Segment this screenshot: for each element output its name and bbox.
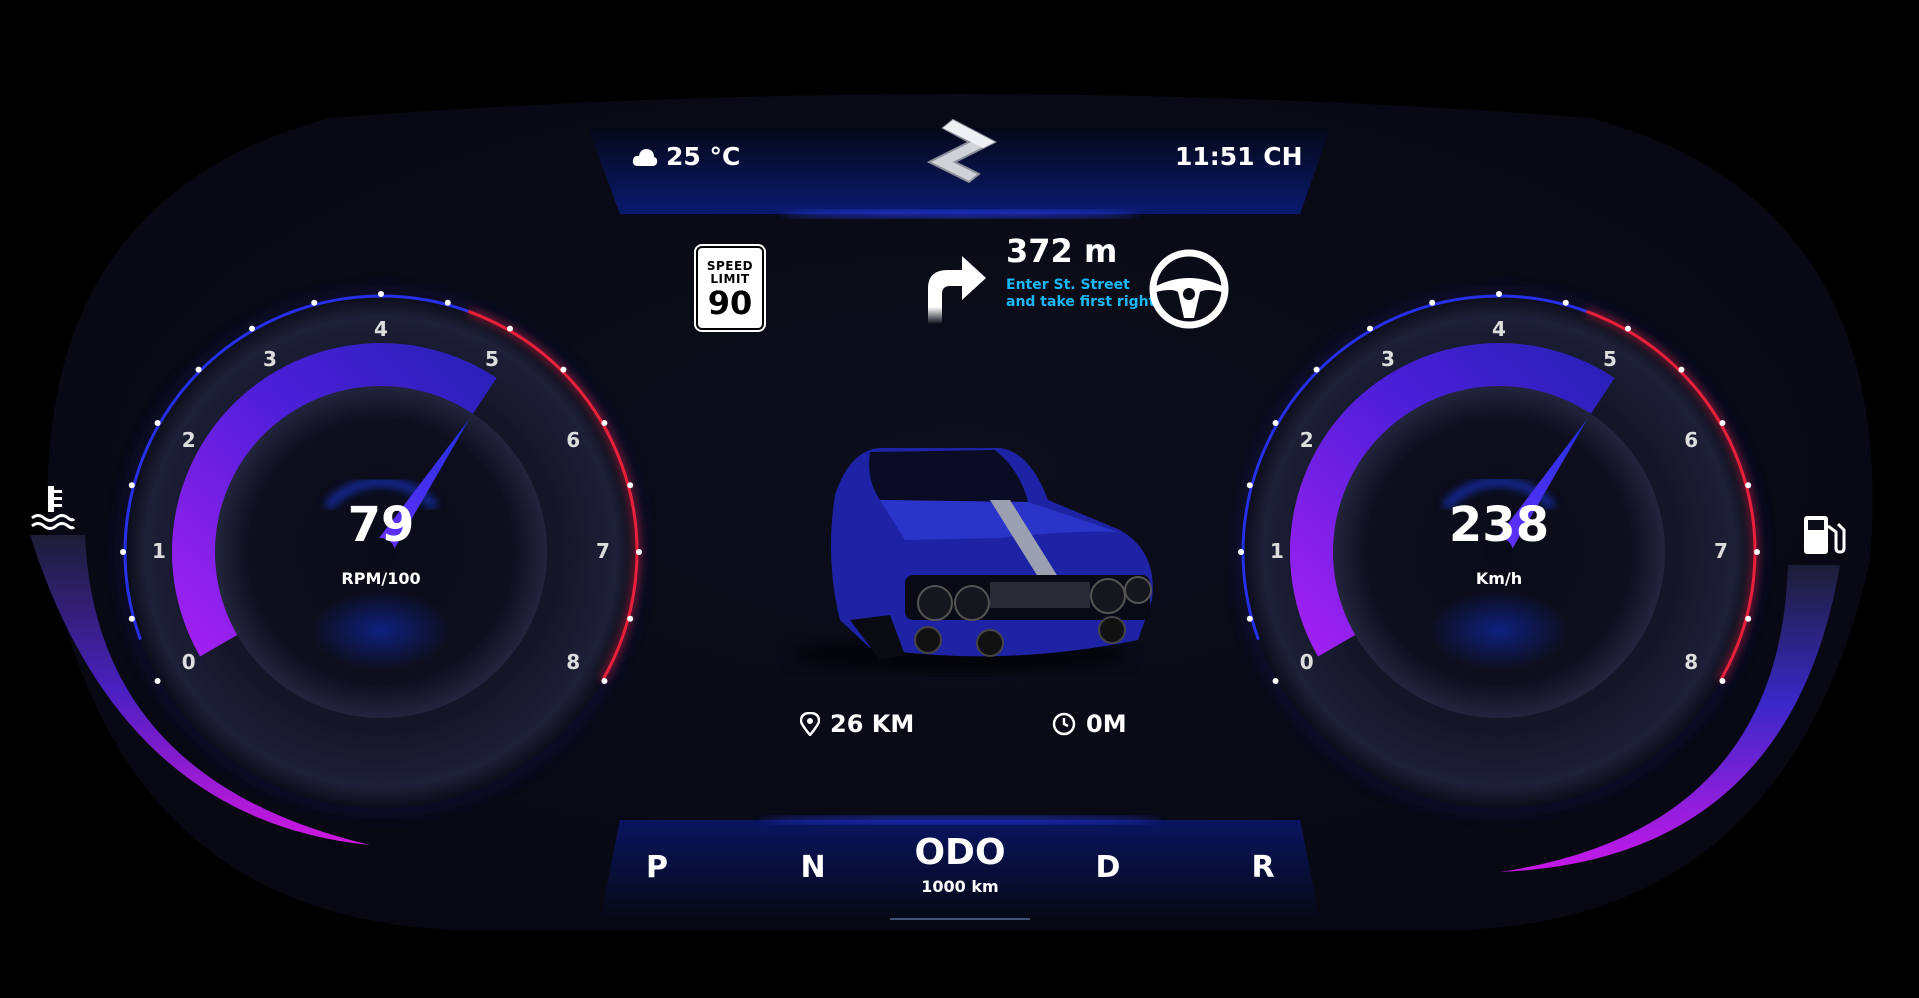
gear-n[interactable]: N <box>788 850 838 885</box>
rpm-value: 79 <box>347 497 415 553</box>
speed-tick-dot <box>1246 482 1253 489</box>
turn-right-icon <box>928 256 986 324</box>
speed-tick-dot <box>1719 420 1726 426</box>
speed-tick-dot <box>1367 325 1373 332</box>
speed-glow-blob <box>1429 590 1569 670</box>
speed-tick-label: 6 <box>1684 428 1699 452</box>
gear-p[interactable]: P <box>632 850 682 885</box>
rpm-tick-dot <box>311 299 318 306</box>
gear-r[interactable]: R <box>1238 850 1288 885</box>
weather: 25 °C <box>632 142 740 171</box>
speed-tick-dot <box>1429 299 1436 306</box>
rpm-tick-dot <box>195 366 202 373</box>
speed-tick-dot <box>1754 549 1760 555</box>
speed-tick-label: 4 <box>1492 317 1506 341</box>
clock-icon <box>1052 712 1076 736</box>
rpm-tick-dot <box>249 325 255 332</box>
rpm-tick-dot <box>154 420 161 426</box>
odometer: ODO 1000 km <box>900 832 1020 896</box>
rpm-tick-dot <box>154 678 161 684</box>
trip-distance: 26 KM <box>800 710 914 738</box>
trip-distance-value: 26 KM <box>830 710 915 738</box>
rpm-tick-dot <box>378 291 384 297</box>
speed-tick-label: 3 <box>1381 346 1395 371</box>
rpm-tick-label: 7 <box>596 539 610 563</box>
clock: 11:51 CH <box>1175 142 1303 171</box>
speed-tick-dot <box>1313 366 1320 373</box>
speed-tick-dot <box>1272 678 1279 684</box>
rpm-tick-dot <box>128 615 135 622</box>
rpm-tick-label: 8 <box>566 650 581 674</box>
rpm-tick-dot <box>444 299 451 306</box>
rpm-tick-label: 3 <box>263 346 277 371</box>
odo-value: 1000 km <box>921 877 999 896</box>
cloud-icon <box>632 148 658 166</box>
speed-tick-dot <box>1745 482 1752 489</box>
rpm-tick-dot <box>560 366 567 373</box>
speed-tick-dot <box>1719 678 1726 684</box>
fuel-pump-icon <box>1804 516 1846 554</box>
rpm-tick-label: 6 <box>566 428 581 452</box>
instrument-cluster: 25 °C 11:51 CH SPEED LIMIT 90 372 m Ente… <box>0 0 1919 998</box>
gear-d[interactable]: D <box>1083 850 1133 885</box>
rpm-tick-label: 4 <box>374 317 388 341</box>
rpm-tick-label: 5 <box>485 346 499 371</box>
speed-tick-label: 5 <box>1603 346 1617 371</box>
speed-tick-label: 7 <box>1714 539 1728 563</box>
rpm-tick-dot <box>507 325 513 332</box>
speed-tick-dot <box>1496 291 1502 297</box>
speed-tick-label: 2 <box>1299 428 1314 452</box>
nav-instruction: Enter St. Street and take first right <box>1006 277 1156 310</box>
speed-tick-dot <box>1238 549 1244 555</box>
coolant-temperature-icon <box>31 486 76 530</box>
speed-unit: Km/h <box>1475 569 1523 588</box>
rpm-tick-label: 1 <box>152 539 166 563</box>
speed-tick-dot <box>1625 325 1631 332</box>
rpm-tick-dot <box>601 678 608 684</box>
rpm-tick-dot <box>636 549 642 555</box>
rpm-tick-dot <box>627 482 634 489</box>
rpm-tick-dot <box>120 549 126 555</box>
location-pin-icon <box>800 712 820 736</box>
speed-limit-sign: SPEED LIMIT 90 <box>696 246 764 330</box>
steering-wheel-icon[interactable] <box>1148 248 1230 330</box>
trip-time-value: 0M <box>1086 710 1127 738</box>
temperature: 25 °C <box>666 142 741 171</box>
speed-tick-dot <box>1272 420 1279 426</box>
rpm-glow-blob <box>311 590 451 670</box>
speed-tick-dot <box>1745 615 1752 622</box>
rpm-tick-label: 2 <box>181 428 196 452</box>
speed-tick-dot <box>1246 615 1253 622</box>
rpm-tick-dot <box>128 482 135 489</box>
speed-tick-label: 1 <box>1270 539 1284 563</box>
rpm-tick-dot <box>601 420 608 426</box>
speed-tick-dot <box>1678 366 1685 373</box>
rpm-tick-dot <box>627 615 634 622</box>
nav-distance: 372 m <box>1006 232 1118 270</box>
rpm-unit: RPM/100 <box>341 569 421 588</box>
speed-tick-label: 8 <box>1684 650 1699 674</box>
speed-limit-value: 90 <box>707 284 753 322</box>
speed-tick-label: 0 <box>1299 650 1314 674</box>
rpm-tick-label: 0 <box>181 650 196 674</box>
trip-time: 0M <box>1052 710 1127 738</box>
speed-value: 238 <box>1448 497 1550 553</box>
odo-label: ODO <box>914 832 1006 873</box>
speed-tick-dot <box>1562 299 1569 306</box>
